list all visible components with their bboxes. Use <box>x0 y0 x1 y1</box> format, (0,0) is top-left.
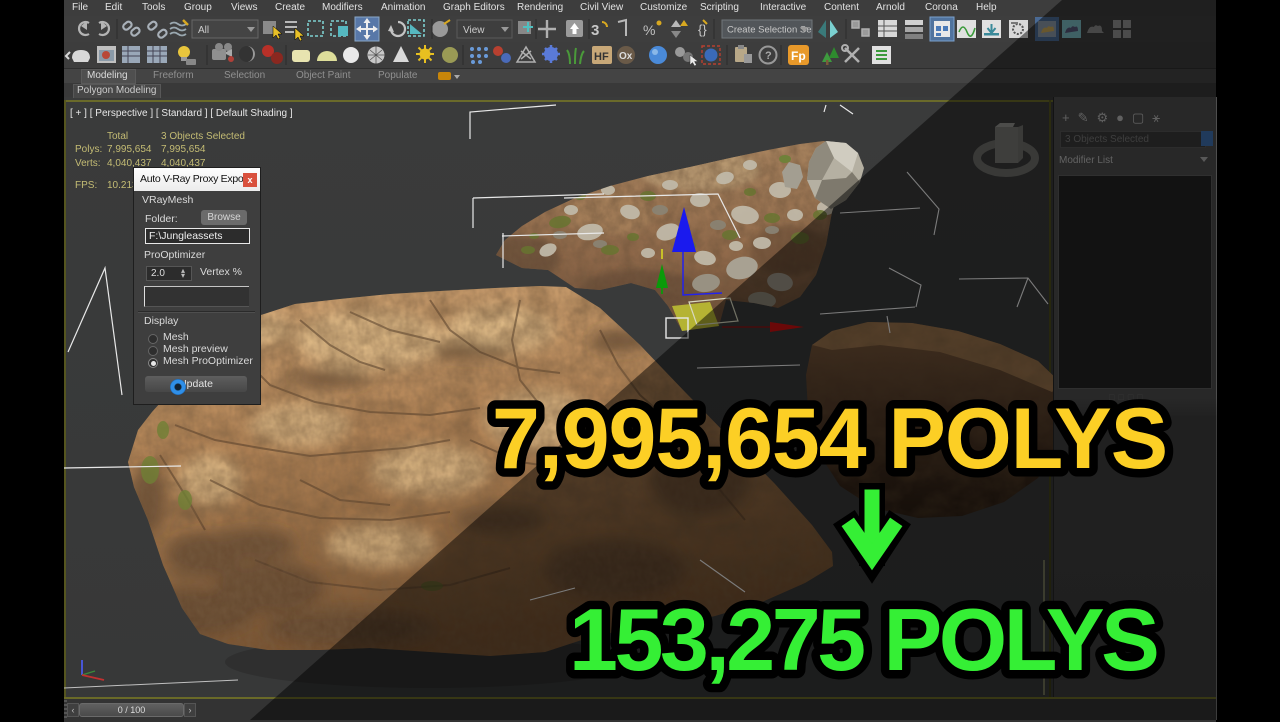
svg-text:7,995,654 POLYS: 7,995,654 POLYS <box>492 391 1167 487</box>
svg-text:153,275 POLYS: 153,275 POLYS <box>569 590 1157 689</box>
